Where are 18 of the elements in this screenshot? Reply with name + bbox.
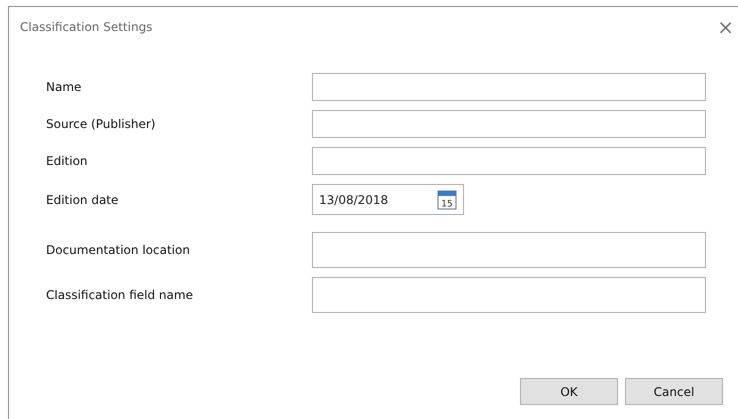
text-field[interactable] [312, 73, 706, 101]
field-label: Documentation location [46, 243, 191, 257]
field-label: Edition date [46, 192, 120, 206]
date-field[interactable]: 13/08/2018 15 [312, 184, 464, 215]
text-field[interactable] [312, 277, 706, 313]
field-label: Classification field name [46, 288, 194, 302]
text-field[interactable] [312, 232, 706, 268]
field-label: Source (Publisher) [46, 117, 156, 131]
text-field[interactable] [312, 147, 706, 175]
text-field[interactable] [312, 110, 706, 138]
calendar-icon[interactable]: 15 [437, 190, 457, 210]
ok-button[interactable]: OK [520, 378, 618, 405]
field-label: Edition [46, 154, 89, 168]
window-title: Classification Settings [20, 20, 152, 34]
cancel-button[interactable]: Cancel [625, 378, 723, 405]
date-value: 13/08/2018 [319, 192, 388, 206]
close-button[interactable]: × [717, 17, 738, 37]
field-label: Name [46, 80, 82, 94]
